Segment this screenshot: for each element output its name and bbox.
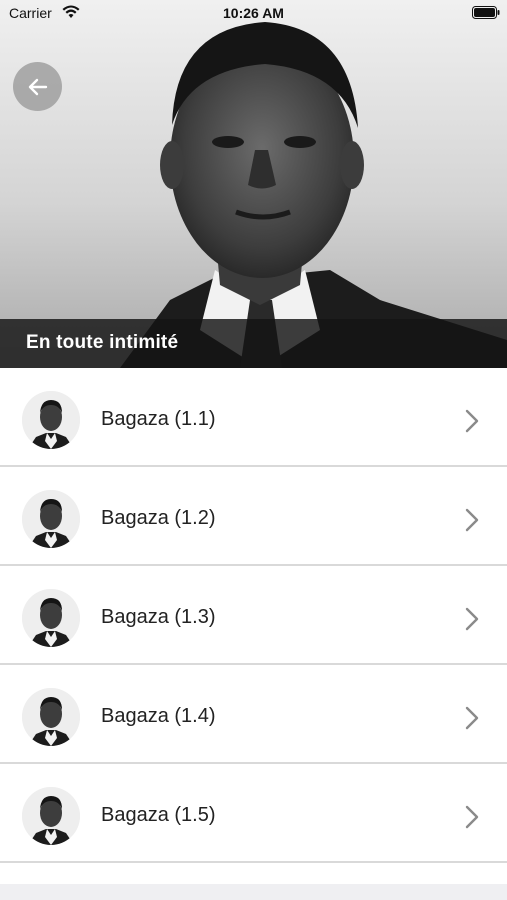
portrait-image — [0, 0, 507, 368]
chevron-right-icon — [465, 805, 479, 829]
header-photo: Carrier 10:26 AM En toute intimité — [0, 0, 507, 368]
avatar — [22, 688, 80, 746]
page-title: En toute intimité — [26, 332, 179, 353]
episode-list: Bagaza (1.1) Bagaza (1.2) Bagaza (1.3) B… — [0, 368, 507, 863]
status-time: 10:26 AM — [223, 5, 284, 21]
avatar — [22, 787, 80, 845]
list-item-label: Bagaza (1.4) — [101, 705, 216, 727]
status-bar: Carrier 10:26 AM — [0, 0, 507, 28]
back-button[interactable] — [13, 62, 62, 111]
list-item-label: Bagaza (1.5) — [101, 804, 216, 826]
list-item[interactable]: Bagaza (1.3) — [0, 566, 507, 665]
header-caption-bar: En toute intimité — [0, 319, 507, 368]
list-item[interactable]: Bagaza (1.4) — [0, 665, 507, 764]
avatar — [22, 391, 80, 449]
chevron-right-icon — [465, 607, 479, 631]
avatar — [22, 589, 80, 647]
list-item-label: Bagaza (1.3) — [101, 606, 216, 628]
chevron-right-icon — [465, 706, 479, 730]
chevron-right-icon — [465, 508, 479, 532]
list-item[interactable]: Bagaza (1.1) — [0, 368, 507, 467]
chevron-right-icon — [465, 409, 479, 433]
list-item[interactable]: Bagaza (1.5) — [0, 764, 507, 863]
list-item[interactable]: Bagaza (1.2) — [0, 467, 507, 566]
battery-icon — [472, 6, 500, 19]
avatar — [22, 490, 80, 548]
bottom-background — [0, 884, 507, 900]
arrow-left-icon — [28, 78, 47, 95]
list-item-label: Bagaza (1.2) — [101, 507, 216, 529]
list-item-label: Bagaza (1.1) — [101, 408, 216, 430]
